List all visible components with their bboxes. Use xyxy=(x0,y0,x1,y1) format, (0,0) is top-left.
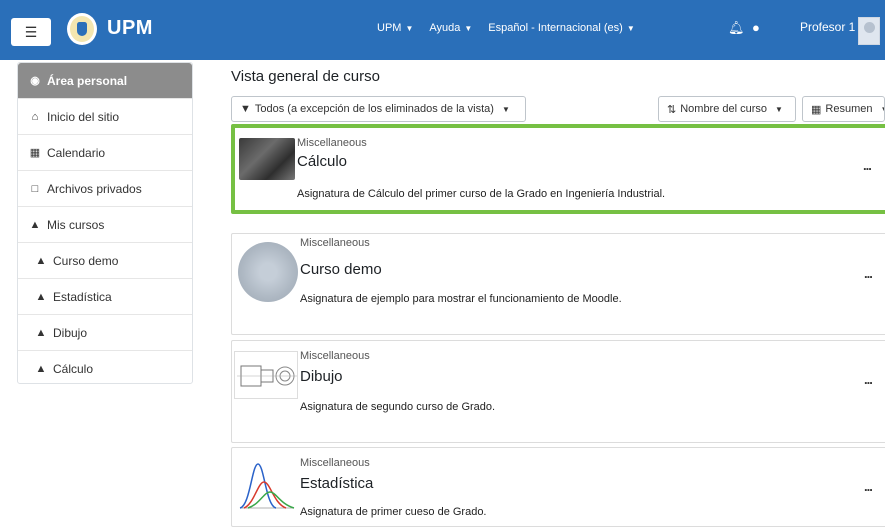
sidebar-item-curso-demo[interactable]: ▲ Curso demo xyxy=(18,243,192,279)
sort-label: Nombre del curso xyxy=(680,103,768,115)
sort-dropdown-button[interactable]: ⇅ Nombre del curso ▼ xyxy=(658,96,796,122)
technical-drawing-icon xyxy=(237,365,297,387)
sidebar-item-mis-cursos[interactable]: ▲ Mis cursos xyxy=(18,207,192,243)
course-card-dibujo[interactable]: Miscellaneous Dibujo Asignatura de segun… xyxy=(231,340,885,443)
nav-language[interactable]: Español - Internacional (es) ▼ xyxy=(488,22,634,34)
nav-ayuda-label: Ayuda xyxy=(429,22,461,34)
course-description: Asignatura de Cálculo del primer curso d… xyxy=(297,188,666,200)
site-brand[interactable]: UPM xyxy=(107,17,153,40)
course-category: Miscellaneous xyxy=(297,137,367,149)
sidebar-item-label: Calendario xyxy=(47,145,106,160)
view-label: Resumen xyxy=(825,103,873,115)
course-image xyxy=(236,454,298,514)
more-options-icon[interactable]: ... xyxy=(864,372,873,387)
site-logo[interactable] xyxy=(67,13,97,45)
grid-view-icon: ▦ xyxy=(811,103,822,116)
course-name[interactable]: Cálculo xyxy=(297,153,347,170)
user-avatar[interactable] xyxy=(858,17,880,45)
course-description: Asignatura de segundo curso de Grado. xyxy=(300,401,496,413)
course-description: Asignatura de ejemplo para mostrar el fu… xyxy=(300,293,622,305)
course-image xyxy=(234,351,298,399)
course-image xyxy=(239,138,295,180)
view-dropdown-button[interactable]: ▦ Resumen ▼ xyxy=(802,96,885,122)
sidebar-item-label: Inicio del sitio xyxy=(47,109,120,124)
nav-ayuda[interactable]: Ayuda ▼ xyxy=(429,22,472,34)
course-card-curso-demo[interactable]: Miscellaneous Curso demo Asignatura de e… xyxy=(231,233,885,335)
menu-toggle-button[interactable]: ☰ xyxy=(11,18,51,46)
caret-down-icon: ▼ xyxy=(501,104,510,114)
more-options-icon[interactable]: ... xyxy=(864,479,873,494)
graduation-cap-icon: ▲ xyxy=(35,326,47,339)
caret-down-icon: ▼ xyxy=(775,104,783,114)
sidebar-item-label: Dibujo xyxy=(53,325,88,340)
sidebar-item-archivos[interactable]: □ Archivos privados xyxy=(18,171,192,207)
home-icon: ⌂ xyxy=(31,110,39,123)
sidebar-item-label: Mis cursos xyxy=(47,217,105,232)
user-name[interactable]: Profesor 1 xyxy=(800,20,855,34)
nav-upm[interactable]: UPM ▼ xyxy=(377,22,413,34)
course-name[interactable]: Dibujo xyxy=(300,368,343,385)
course-description: Asignatura de primer cueso de Grado. xyxy=(300,506,487,518)
page-title: Vista general de curso xyxy=(231,68,380,85)
sidebar-item-calculo[interactable]: ▲ Cálculo xyxy=(18,351,192,387)
sidebar-item-calendario[interactable]: ▦ Calendario xyxy=(18,135,192,171)
nav-upm-label: UPM xyxy=(377,22,402,34)
sidebar-item-inicio[interactable]: ⌂ Inicio del sitio xyxy=(18,99,192,135)
sidebar-item-estadistica[interactable]: ▲ Estadística xyxy=(18,279,192,315)
top-navbar: ☰ UPM UPM ▼ Ayuda ▼ Español - Internaciona… xyxy=(0,0,885,60)
filter-label: Todos (a excepción de los eliminados de … xyxy=(254,103,494,115)
more-options-icon[interactable]: ... xyxy=(863,158,872,173)
course-card-estadistica[interactable]: Miscellaneous Estadística Asignatura de … xyxy=(231,447,885,527)
course-category: Miscellaneous xyxy=(300,237,370,249)
calendar-icon: ▦ xyxy=(29,147,41,159)
file-icon: □ xyxy=(31,182,39,195)
graduation-cap-icon: ▲ xyxy=(35,363,47,375)
messages-chat-icon[interactable]: ● xyxy=(752,20,760,35)
nav-language-label: Español - Internacional (es) xyxy=(488,22,623,34)
graduation-cap-icon: ▲ xyxy=(29,218,41,231)
caret-down-icon: ▼ xyxy=(405,24,414,33)
top-nav-menu: UPM ▼ Ayuda ▼ Español - Internacional (es)… xyxy=(377,22,635,34)
dashboard-icon: ◉ xyxy=(30,75,40,87)
course-category: Miscellaneous xyxy=(300,350,370,362)
sidebar-item-area-personal[interactable]: ◉ Área personal xyxy=(18,63,192,99)
sidebar-item-label: Cálculo xyxy=(53,362,94,376)
course-card-calculo[interactable]: Miscellaneous Cálculo Asignatura de Cálc… xyxy=(231,124,885,214)
filter-dropdown-button[interactable]: ▼ Todos (a excepción de los eliminados d… xyxy=(231,96,526,122)
sidebar-item-label: Curso demo xyxy=(53,253,119,268)
shield-icon xyxy=(77,22,87,36)
bell-curves-icon xyxy=(239,463,295,509)
graduation-cap-icon: ▲ xyxy=(35,254,47,267)
course-image xyxy=(238,242,298,302)
funnel-icon: ▼ xyxy=(240,103,251,115)
sidebar-item-label: Área personal xyxy=(47,73,128,88)
caret-down-icon: ▼ xyxy=(626,24,635,33)
caret-down-icon: ▼ xyxy=(880,105,884,114)
sidebar-item-label: Estadística xyxy=(53,289,112,304)
more-options-icon[interactable]: ... xyxy=(864,266,873,281)
caret-down-icon: ▼ xyxy=(464,24,473,33)
course-category: Miscellaneous xyxy=(300,457,370,469)
notifications-bell-icon[interactable]: 🔔︎ xyxy=(728,20,745,36)
course-name[interactable]: Curso demo xyxy=(300,261,382,278)
course-name[interactable]: Estadística xyxy=(300,475,373,492)
sidebar-item-label: Archivos privados xyxy=(47,181,142,196)
sidebar-nav: ◉ Área personal ⌂ Inicio del sitio ▦ Cal… xyxy=(17,62,193,384)
sidebar-item-dibujo[interactable]: ▲ Dibujo xyxy=(18,315,192,351)
sort-icon: ⇅ xyxy=(667,103,677,116)
hamburger-icon: ☰ xyxy=(24,23,38,40)
graduation-cap-icon: ▲ xyxy=(35,290,47,303)
